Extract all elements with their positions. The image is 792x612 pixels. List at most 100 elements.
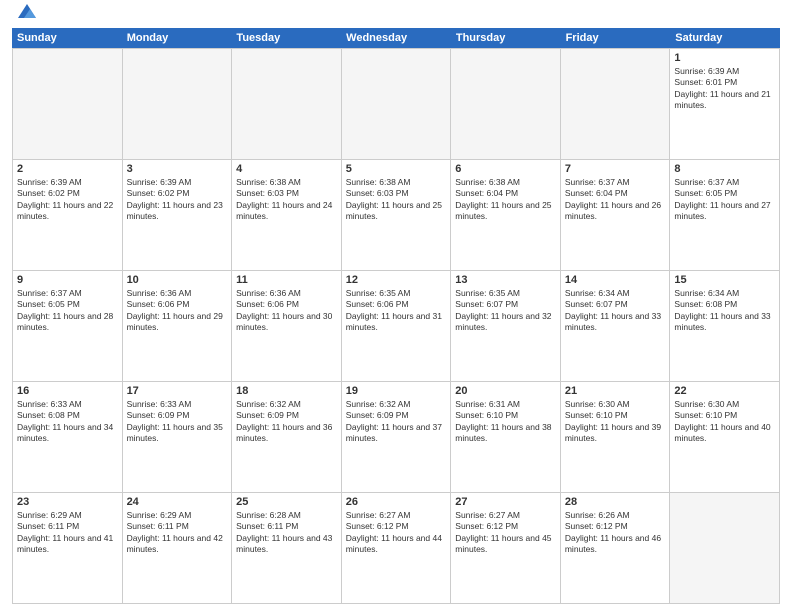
day-number: 13: [455, 274, 556, 286]
day-number: 8: [674, 163, 775, 175]
day-number: 11: [236, 274, 337, 286]
day-info: Sunrise: 6:38 AM Sunset: 6:03 PM Dayligh…: [236, 177, 337, 223]
header-day-sunday: Sunday: [12, 28, 122, 48]
day-info: Sunrise: 6:33 AM Sunset: 6:09 PM Dayligh…: [127, 399, 228, 445]
logo-icon: [16, 0, 38, 22]
calendar-cell: 17 Sunrise: 6:33 AM Sunset: 6:09 PM Dayli…: [123, 382, 233, 493]
day-info: Sunrise: 6:32 AM Sunset: 6:09 PM Dayligh…: [346, 399, 447, 445]
calendar-row-3: 16 Sunrise: 6:33 AM Sunset: 6:08 PM Dayli…: [13, 382, 780, 493]
header-day-saturday: Saturday: [670, 28, 780, 48]
day-number: 1: [674, 52, 775, 64]
calendar-cell: 26 Sunrise: 6:27 AM Sunset: 6:12 PM Dayli…: [342, 493, 452, 604]
day-number: 25: [236, 496, 337, 508]
day-number: 9: [17, 274, 118, 286]
day-number: 20: [455, 385, 556, 397]
day-number: 3: [127, 163, 228, 175]
day-number: 7: [565, 163, 666, 175]
calendar-cell: 28Sunrise: 6:26 AM Sunset: 6:12 PM Dayli…: [561, 493, 671, 604]
calendar-cell: 21 Sunrise: 6:30 AM Sunset: 6:10 PM Dayli…: [561, 382, 671, 493]
header-day-friday: Friday: [561, 28, 671, 48]
calendar-cell: 14Sunrise: 6:34 AM Sunset: 6:07 PM Dayli…: [561, 271, 671, 382]
header-day-monday: Monday: [122, 28, 232, 48]
calendar-cell: [13, 49, 123, 160]
day-info: Sunrise: 6:35 AM Sunset: 6:07 PM Dayligh…: [455, 288, 556, 334]
day-number: 15: [674, 274, 775, 286]
day-info: Sunrise: 6:37 AM Sunset: 6:05 PM Dayligh…: [674, 177, 775, 223]
calendar-cell: [670, 493, 780, 604]
calendar-cell: [232, 49, 342, 160]
day-info: Sunrise: 6:37 AM Sunset: 6:04 PM Dayligh…: [565, 177, 666, 223]
calendar-cell: 16 Sunrise: 6:33 AM Sunset: 6:08 PM Dayli…: [13, 382, 123, 493]
day-info: Sunrise: 6:39 AM Sunset: 6:01 PM Dayligh…: [674, 66, 775, 112]
day-info: Sunrise: 6:27 AM Sunset: 6:12 PM Dayligh…: [455, 510, 556, 556]
day-info: Sunrise: 6:38 AM Sunset: 6:04 PM Dayligh…: [455, 177, 556, 223]
calendar-cell: 1 Sunrise: 6:39 AM Sunset: 6:01 PM Daylig…: [670, 49, 780, 160]
calendar-cell: 19 Sunrise: 6:32 AM Sunset: 6:09 PM Dayli…: [342, 382, 452, 493]
day-info: Sunrise: 6:29 AM Sunset: 6:11 PM Dayligh…: [127, 510, 228, 556]
calendar-cell: 5Sunrise: 6:38 AM Sunset: 6:03 PM Daylig…: [342, 160, 452, 271]
day-info: Sunrise: 6:37 AM Sunset: 6:05 PM Dayligh…: [17, 288, 118, 334]
calendar-header: SundayMondayTuesdayWednesdayThursdayFrid…: [12, 28, 780, 48]
calendar-cell: 24 Sunrise: 6:29 AM Sunset: 6:11 PM Dayli…: [123, 493, 233, 604]
calendar-row-1: 2 Sunrise: 6:39 AM Sunset: 6:02 PM Daylig…: [13, 160, 780, 271]
day-number: 26: [346, 496, 447, 508]
day-info: Sunrise: 6:36 AM Sunset: 6:06 PM Dayligh…: [236, 288, 337, 334]
day-info: Sunrise: 6:39 AM Sunset: 6:02 PM Dayligh…: [127, 177, 228, 223]
day-info: Sunrise: 6:31 AM Sunset: 6:10 PM Dayligh…: [455, 399, 556, 445]
day-info: Sunrise: 6:29 AM Sunset: 6:11 PM Dayligh…: [17, 510, 118, 556]
calendar-row-0: 1 Sunrise: 6:39 AM Sunset: 6:01 PM Daylig…: [13, 49, 780, 160]
day-number: 12: [346, 274, 447, 286]
calendar-cell: 8 Sunrise: 6:37 AM Sunset: 6:05 PM Daylig…: [670, 160, 780, 271]
day-number: 19: [346, 385, 447, 397]
day-info: Sunrise: 6:35 AM Sunset: 6:06 PM Dayligh…: [346, 288, 447, 334]
day-info: Sunrise: 6:34 AM Sunset: 6:08 PM Dayligh…: [674, 288, 775, 334]
day-number: 28: [565, 496, 666, 508]
header: [12, 10, 780, 22]
calendar: SundayMondayTuesdayWednesdayThursdayFrid…: [12, 28, 780, 604]
calendar-cell: 3 Sunrise: 6:39 AM Sunset: 6:02 PM Daylig…: [123, 160, 233, 271]
calendar-cell: 13 Sunrise: 6:35 AM Sunset: 6:07 PM Dayli…: [451, 271, 561, 382]
day-number: 17: [127, 385, 228, 397]
calendar-cell: 11 Sunrise: 6:36 AM Sunset: 6:06 PM Dayli…: [232, 271, 342, 382]
calendar-cell: 23 Sunrise: 6:29 AM Sunset: 6:11 PM Dayli…: [13, 493, 123, 604]
calendar-body: 1 Sunrise: 6:39 AM Sunset: 6:01 PM Daylig…: [12, 48, 780, 604]
day-info: Sunrise: 6:38 AM Sunset: 6:03 PM Dayligh…: [346, 177, 447, 223]
calendar-cell: 6 Sunrise: 6:38 AM Sunset: 6:04 PM Daylig…: [451, 160, 561, 271]
calendar-cell: 27 Sunrise: 6:27 AM Sunset: 6:12 PM Dayli…: [451, 493, 561, 604]
calendar-cell: [451, 49, 561, 160]
day-number: 24: [127, 496, 228, 508]
calendar-cell: 2 Sunrise: 6:39 AM Sunset: 6:02 PM Daylig…: [13, 160, 123, 271]
day-info: Sunrise: 6:36 AM Sunset: 6:06 PM Dayligh…: [127, 288, 228, 334]
calendar-cell: 7 Sunrise: 6:37 AM Sunset: 6:04 PM Daylig…: [561, 160, 671, 271]
day-number: 6: [455, 163, 556, 175]
page: SundayMondayTuesdayWednesdayThursdayFrid…: [0, 0, 792, 612]
day-info: Sunrise: 6:30 AM Sunset: 6:10 PM Dayligh…: [674, 399, 775, 445]
day-number: 23: [17, 496, 118, 508]
day-info: Sunrise: 6:39 AM Sunset: 6:02 PM Dayligh…: [17, 177, 118, 223]
day-info: Sunrise: 6:34 AM Sunset: 6:07 PM Dayligh…: [565, 288, 666, 334]
calendar-cell: 18 Sunrise: 6:32 AM Sunset: 6:09 PM Dayli…: [232, 382, 342, 493]
header-day-wednesday: Wednesday: [341, 28, 451, 48]
day-info: Sunrise: 6:27 AM Sunset: 6:12 PM Dayligh…: [346, 510, 447, 556]
calendar-cell: 22 Sunrise: 6:30 AM Sunset: 6:10 PM Dayli…: [670, 382, 780, 493]
day-info: Sunrise: 6:33 AM Sunset: 6:08 PM Dayligh…: [17, 399, 118, 445]
day-number: 27: [455, 496, 556, 508]
day-number: 4: [236, 163, 337, 175]
calendar-cell: 9 Sunrise: 6:37 AM Sunset: 6:05 PM Daylig…: [13, 271, 123, 382]
header-day-tuesday: Tuesday: [231, 28, 341, 48]
calendar-row-2: 9 Sunrise: 6:37 AM Sunset: 6:05 PM Daylig…: [13, 271, 780, 382]
day-info: Sunrise: 6:30 AM Sunset: 6:10 PM Dayligh…: [565, 399, 666, 445]
day-number: 2: [17, 163, 118, 175]
calendar-cell: 25 Sunrise: 6:28 AM Sunset: 6:11 PM Dayli…: [232, 493, 342, 604]
calendar-cell: 4 Sunrise: 6:38 AM Sunset: 6:03 PM Daylig…: [232, 160, 342, 271]
day-info: Sunrise: 6:28 AM Sunset: 6:11 PM Dayligh…: [236, 510, 337, 556]
day-number: 22: [674, 385, 775, 397]
header-day-thursday: Thursday: [451, 28, 561, 48]
calendar-cell: [342, 49, 452, 160]
day-number: 21: [565, 385, 666, 397]
calendar-cell: 20 Sunrise: 6:31 AM Sunset: 6:10 PM Dayli…: [451, 382, 561, 493]
day-number: 18: [236, 385, 337, 397]
day-info: Sunrise: 6:32 AM Sunset: 6:09 PM Dayligh…: [236, 399, 337, 445]
calendar-cell: [123, 49, 233, 160]
day-number: 16: [17, 385, 118, 397]
